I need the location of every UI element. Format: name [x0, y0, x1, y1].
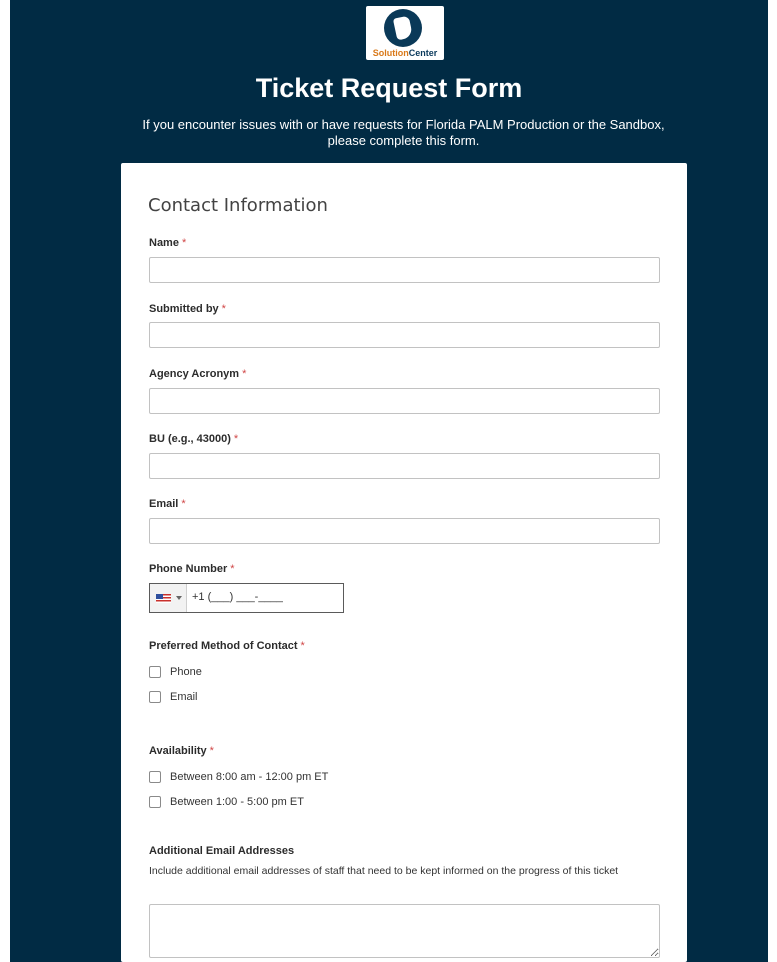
preferred-contact-label: Preferred Method of Contact *	[149, 640, 305, 652]
additional-emails-label: Additional Email Addresses	[149, 845, 295, 857]
logo-wordmark: SolutionCenter	[372, 48, 438, 58]
phone-label: Phone Number *	[149, 563, 235, 575]
availability-label: Availability *	[149, 745, 214, 757]
section-title: Contact Information	[148, 195, 328, 216]
page-title: Ticket Request Form	[255, 73, 523, 103]
us-flag-icon	[156, 594, 171, 603]
required-mark: *	[230, 563, 235, 575]
checkbox-label: Between 1:00 - 5:00 pm ET	[170, 796, 304, 808]
email-checkbox[interactable]	[149, 691, 161, 703]
phone-input[interactable]: +1 (___) ___-____	[192, 591, 283, 603]
page-subtitle: If you encounter issues with or have req…	[142, 117, 665, 148]
bu-input[interactable]	[149, 453, 660, 479]
email-label: Email *	[149, 498, 186, 510]
submitted-by-label: Submitted by *	[149, 303, 226, 315]
phone-checkbox[interactable]	[149, 666, 161, 678]
phone-input-group: +1 (___) ___-____	[149, 583, 344, 613]
additional-emails-textarea[interactable]	[149, 904, 660, 958]
agency-acronym-input[interactable]	[149, 388, 660, 414]
required-mark: *	[233, 433, 239, 445]
checkbox-label: Between 8:00 am - 12:00 pm ET	[170, 771, 329, 783]
required-mark: *	[242, 368, 247, 380]
contact-option-phone[interactable]: Phone	[149, 664, 202, 680]
country-selector[interactable]	[150, 584, 187, 612]
checkbox-label: Phone	[170, 666, 202, 678]
submitted-by-input[interactable]	[149, 322, 660, 348]
bu-label: BU (e.g., 43000) *	[149, 433, 239, 445]
required-mark: *	[181, 498, 186, 510]
additional-emails-help: Include additional email addresses of st…	[149, 865, 619, 877]
logo-circle	[384, 9, 422, 47]
afternoon-checkbox[interactable]	[149, 796, 161, 808]
contact-option-email[interactable]: Email	[149, 689, 198, 705]
name-input[interactable]	[149, 257, 660, 283]
name-label: Name *	[149, 237, 187, 249]
morning-checkbox[interactable]	[149, 771, 161, 783]
availability-option-afternoon[interactable]: Between 1:00 - 5:00 pm ET	[149, 794, 304, 810]
florida-icon	[392, 15, 414, 41]
required-mark: *	[300, 640, 305, 652]
required-mark: *	[221, 303, 226, 315]
solution-center-logo: SolutionCenter	[366, 6, 444, 60]
required-mark: *	[181, 237, 187, 249]
availability-option-morning[interactable]: Between 8:00 am - 12:00 pm ET	[149, 769, 328, 785]
email-input[interactable]	[149, 518, 660, 544]
caret-down-icon	[176, 596, 182, 600]
checkbox-label: Email	[170, 691, 198, 703]
required-mark: *	[209, 745, 214, 757]
agency-acronym-label: Agency Acronym *	[149, 368, 247, 380]
